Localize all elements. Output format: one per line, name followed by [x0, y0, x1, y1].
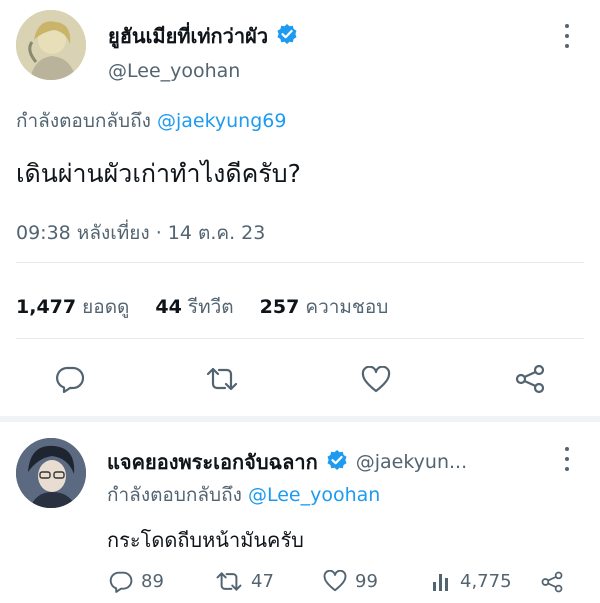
reply-context: กำลังตอบกลับถึง @Lee_yoohan	[107, 480, 380, 510]
retweet-icon[interactable]	[205, 365, 239, 393]
views-count: 4,775	[460, 570, 512, 592]
like-icon[interactable]	[361, 366, 391, 393]
section-separator	[0, 416, 600, 422]
verified-badge-icon	[276, 23, 298, 49]
views-count: 1,477	[16, 296, 77, 318]
author-name[interactable]: ยูฮันเมียที่เท่กว่าผัว	[108, 20, 268, 52]
views-stat[interactable]: 1,477 ยอดดู	[16, 292, 129, 322]
likes-count: 257	[259, 296, 300, 318]
tweet-timestamp[interactable]: 09:38 หลังเที่ยง · 14 ต.ค. 23	[16, 218, 265, 248]
reply-author-handle[interactable]: @jaekyun...	[356, 451, 467, 473]
reply-author-name[interactable]: แจคยองพระเอกจับฉลาก	[107, 446, 318, 478]
retweets-count: 44	[155, 296, 182, 318]
tweet-stats: 1,477 ยอดดู 44 รีทวีต 257 ความชอบ	[16, 292, 388, 322]
views-label: ยอดดู	[82, 296, 130, 318]
author-handle[interactable]: @Lee_yoohan	[108, 60, 240, 82]
likes-label: ความชอบ	[305, 296, 389, 318]
views-action[interactable]: 4,775	[432, 570, 512, 592]
reply-count: 89	[141, 571, 164, 592]
retweet-count: 47	[251, 571, 274, 592]
reply-prefix: กำลังตอบกลับถึง	[16, 110, 151, 132]
reply-icon	[109, 571, 133, 593]
reply-author-avatar[interactable]	[16, 438, 86, 508]
tweet-text: เดินผ่านผัวเก่าทำไงดีครับ?	[16, 159, 301, 188]
retweet-icon	[216, 572, 242, 591]
retweets-stat[interactable]: 44 รีทวีต	[155, 292, 233, 322]
more-options-icon[interactable]	[557, 447, 577, 471]
reply-action[interactable]: 89	[109, 570, 164, 593]
retweets-label: รีทวีต	[187, 296, 234, 318]
reply-to-link[interactable]: @Lee_yoohan	[248, 484, 380, 506]
like-count: 99	[355, 570, 378, 592]
reply-prefix: กำลังตอบกลับถึง	[107, 484, 242, 506]
reply-tweet-text: กระโดดถีบหน้ามันครับ	[107, 528, 304, 552]
share-icon[interactable]	[540, 571, 564, 593]
divider	[16, 338, 584, 339]
reply-icon[interactable]	[55, 365, 85, 393]
author-avatar[interactable]	[16, 10, 86, 80]
verified-badge-icon	[326, 449, 348, 475]
more-options-icon[interactable]	[557, 24, 577, 48]
retweet-action[interactable]: 47	[215, 570, 274, 593]
likes-stat[interactable]: 257 ความชอบ	[260, 292, 389, 322]
reply-to-link[interactable]: @jaekyung69	[157, 110, 287, 132]
share-icon[interactable]	[514, 364, 546, 394]
views-icon	[433, 574, 448, 591]
like-icon	[323, 570, 347, 592]
like-action[interactable]: 99	[323, 570, 378, 592]
reply-context: กำลังตอบกลับถึง @jaekyung69	[16, 106, 286, 136]
divider	[16, 262, 584, 263]
